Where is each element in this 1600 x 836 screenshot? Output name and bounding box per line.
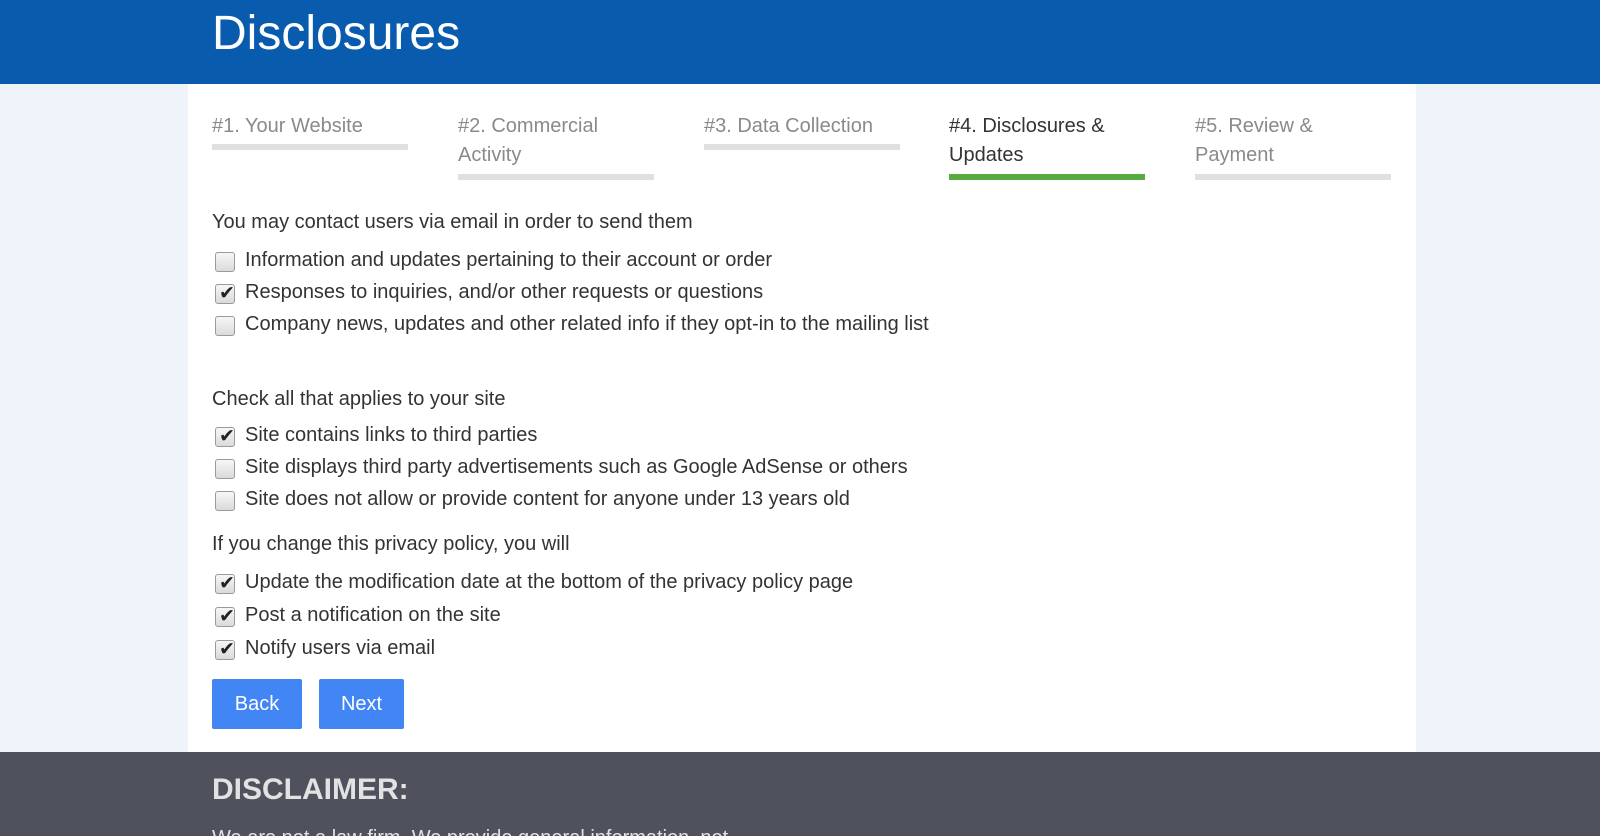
policy-option-email-notify[interactable]: ✔ Notify users via email xyxy=(212,633,952,663)
footer: DISCLAIMER: We are not a law firm. We pr… xyxy=(0,752,1600,836)
check-icon: ✔ xyxy=(219,572,235,594)
tab-review-payment-progress xyxy=(1195,174,1391,180)
option-label: Post a notification on the site xyxy=(245,604,501,626)
page-header: Disclosures xyxy=(0,0,1600,84)
option-label: Company news, updates and other related … xyxy=(245,313,929,335)
option-label: Information and updates pertaining to th… xyxy=(245,249,772,271)
site-option-third-party-ads[interactable]: Site displays third party advertisements… xyxy=(212,452,1212,482)
tab-data-collection[interactable]: #3. Data Collection xyxy=(704,112,900,141)
disclaimer-text: We are not a law firm. We provide genera… xyxy=(212,824,728,836)
contact-question: You may contact users via email in order… xyxy=(212,211,693,233)
tab-your-website-progress xyxy=(212,144,408,150)
site-question: Check all that applies to your site xyxy=(212,388,506,410)
policy-option-site-notification[interactable]: ✔ Post a notification on the site xyxy=(212,600,952,630)
checkbox[interactable]: ✔ xyxy=(215,638,235,660)
option-label: Site contains links to third parties xyxy=(245,424,538,446)
option-label: Responses to inquiries, and/or other req… xyxy=(245,281,764,303)
policy-change-question: If you change this privacy policy, you w… xyxy=(212,533,570,555)
check-icon: ✔ xyxy=(219,282,235,304)
tab-disclosures-updates[interactable]: #4. Disclosures & Updates xyxy=(949,112,1145,170)
check-icon: ✔ xyxy=(219,638,235,660)
contact-option-inquiry-responses[interactable]: ✔ Responses to inquiries, and/or other re… xyxy=(212,277,952,307)
tab-review-payment[interactable]: #5. Review & Payment xyxy=(1195,112,1391,170)
checkbox[interactable] xyxy=(215,459,235,479)
tab-data-collection-progress xyxy=(704,144,900,150)
check-icon: ✔ xyxy=(219,425,235,447)
tab-disclosures-updates-progress xyxy=(949,174,1145,180)
page-title: Disclosures xyxy=(212,7,461,60)
checkbox[interactable] xyxy=(215,316,235,336)
checkbox[interactable] xyxy=(215,252,235,272)
disclaimer-title: DISCLAIMER: xyxy=(212,773,409,806)
option-label: Notify users via email xyxy=(245,637,436,659)
check-icon: ✔ xyxy=(219,605,235,627)
checkbox[interactable]: ✔ xyxy=(215,425,235,447)
checkbox[interactable]: ✔ xyxy=(215,572,235,594)
checkbox[interactable] xyxy=(215,491,235,511)
back-button[interactable]: Back xyxy=(212,679,302,729)
contact-option-company-news[interactable]: Company news, updates and other related … xyxy=(212,309,952,339)
policy-option-modification-date[interactable]: ✔ Update the modification date at the bot… xyxy=(212,567,1212,597)
contact-option-account-updates[interactable]: Information and updates pertaining to th… xyxy=(212,245,952,275)
option-label: Site displays third party advertisements… xyxy=(245,456,908,478)
option-label: Update the modification date at the bott… xyxy=(245,571,854,593)
tab-commercial-activity[interactable]: #2. Commercial Activity xyxy=(458,112,654,170)
site-option-under-13[interactable]: Site does not allow or provide content f… xyxy=(212,484,1212,514)
next-button[interactable]: Next xyxy=(319,679,404,729)
tab-commercial-activity-progress xyxy=(458,174,654,180)
option-label: Site does not allow or provide content f… xyxy=(245,488,850,510)
tab-your-website[interactable]: #1. Your Website xyxy=(212,112,408,141)
checkbox[interactable]: ✔ xyxy=(215,282,235,304)
checkbox[interactable]: ✔ xyxy=(215,605,235,627)
site-option-third-party-links[interactable]: ✔ Site contains links to third parties xyxy=(212,420,952,450)
